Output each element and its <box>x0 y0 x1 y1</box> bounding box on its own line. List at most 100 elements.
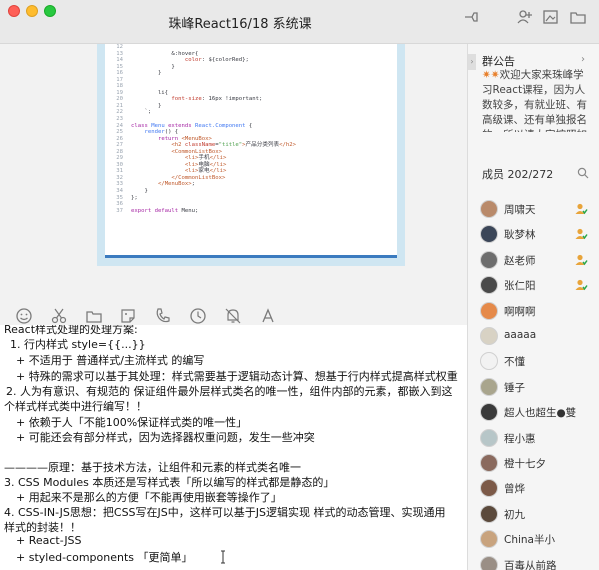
history-clock-icon[interactable] <box>189 307 207 325</box>
member-item[interactable]: 耿梦林 <box>478 223 598 245</box>
member-avatar[interactable] <box>480 327 498 345</box>
member-avatar[interactable] <box>480 479 498 498</box>
input-text-line: ————原理：基于技术方法，让组件和元素的样式类名唯一 <box>4 461 301 474</box>
input-text-line: 样式的封装！！ <box>4 521 81 534</box>
member-item[interactable]: 初九 <box>478 503 598 525</box>
code-token: <MenuBox> <box>181 135 212 142</box>
member-item[interactable]: 程小惠 <box>478 427 598 449</box>
code-token: <li> <box>184 155 199 162</box>
code-token: : ${colorRed}; <box>201 57 249 64</box>
member-name: 程小惠 <box>504 432 536 445</box>
code-token: { <box>245 122 253 129</box>
member-item[interactable]: 张仁阳 <box>478 274 598 296</box>
code-screenshot-message[interactable]: 12 13 &:hover{14 color: ${colorRed}; 15 }… <box>97 44 405 266</box>
sticker-icon[interactable] <box>119 307 137 325</box>
window-title: 珠峰React16/18 系统课 <box>168 17 312 32</box>
member-item[interactable]: 橙十七夕 <box>478 452 598 474</box>
member-avatar[interactable] <box>480 301 498 320</box>
code-token: "title" <box>218 142 243 149</box>
text-cursor-icon <box>221 550 225 564</box>
code-token: () { <box>164 129 179 136</box>
member-item[interactable]: 超人也超生●雙 <box>478 401 598 423</box>
member-avatar[interactable] <box>480 200 498 218</box>
file-folder-icon[interactable] <box>85 307 103 325</box>
notification-off-icon[interactable] <box>224 307 242 325</box>
input-text-line: + 特殊的需求可以基于其处理：样式需要基于逻辑动态计算、想基于行内样式提高样式权… <box>16 370 458 383</box>
member-avatar[interactable] <box>480 276 498 295</box>
member-name: 初九 <box>504 508 525 521</box>
member-avatar[interactable] <box>480 225 498 244</box>
input-text-line: 个样式样式类中进行编写！！ <box>4 400 147 413</box>
code-token: </MenuBox> <box>157 181 192 188</box>
code-token: </li> <box>209 155 227 162</box>
group-announcement-title: 群公告 <box>482 55 515 68</box>
text-format-icon[interactable] <box>259 307 277 325</box>
code-token: className <box>184 142 216 149</box>
member-item[interactable]: 锤子 <box>478 376 598 398</box>
member-name: 超人也超生●雙 <box>504 407 577 420</box>
member-avatar[interactable] <box>480 377 498 396</box>
group-sidebar: › 群公告 › ✷✷欢迎大家来珠峰学习React课程，因为人数较多，有就业班、有… <box>467 44 599 570</box>
member-item[interactable]: China半小 <box>478 528 598 550</box>
code-token: class <box>131 122 152 129</box>
member-item[interactable]: 赵老师 <box>478 249 598 271</box>
member-avatar[interactable] <box>480 428 498 447</box>
code-token: React.Component <box>195 122 246 129</box>
admin-badge-icon <box>575 203 588 215</box>
member-avatar[interactable] <box>480 250 498 269</box>
admin-badge-icon <box>575 254 588 266</box>
code-token: } <box>131 70 162 77</box>
member-avatar[interactable] <box>480 403 498 422</box>
group-announcement-text[interactable]: ✷✷欢迎大家来珠峰学习React课程，因为人数较多，有就业班、有高级课、还有单独… <box>482 68 594 132</box>
album-icon[interactable] <box>542 8 560 26</box>
member-count-header: 成员 202/272 <box>482 168 554 181</box>
member-avatar[interactable] <box>480 454 498 472</box>
code-token: <li> <box>184 161 199 168</box>
member-avatar[interactable] <box>480 530 498 549</box>
sparkle-icon: ✷✷ <box>482 69 500 81</box>
member-avatar[interactable] <box>480 504 498 523</box>
code-token: li{ <box>131 89 169 96</box>
member-name: 橙十七夕 <box>504 458 546 470</box>
add-member-icon[interactable] <box>516 8 534 26</box>
code-token: <CommonListBox> <box>171 148 222 155</box>
folder-icon[interactable] <box>569 8 587 26</box>
code-token: </li> <box>209 168 227 175</box>
member-search-icon[interactable] <box>577 167 589 179</box>
code-token: } <box>131 188 148 195</box>
member-item[interactable]: aaaaa <box>478 325 598 347</box>
member-item[interactable]: 周啸天 <box>478 198 598 220</box>
code-editor-image: 12 13 &:hover{14 color: ${colorRed}; 15 }… <box>105 44 397 256</box>
member-item[interactable]: 啊啊啊 <box>478 300 598 322</box>
member-name: China半小 <box>504 534 555 547</box>
emoji-icon[interactable] <box>15 307 33 325</box>
message-input-area[interactable]: React样式处理的处理方案: 1. 行内样式 style={{...}} + 不适… <box>0 325 467 570</box>
code-token: </h2> <box>279 142 296 149</box>
code-token: ; <box>191 181 196 188</box>
announcement-expand-chevron-icon[interactable]: › <box>581 54 585 65</box>
member-item[interactable]: 不懂 <box>478 350 598 372</box>
member-name: 曾烨 <box>504 483 525 496</box>
scissors-icon[interactable] <box>50 307 68 325</box>
member-avatar[interactable] <box>480 352 498 371</box>
sidebar-collapse-handle[interactable]: › <box>468 54 476 70</box>
chat-message-area[interactable]: 12 13 &:hover{14 color: ${colorRed}; 15 }… <box>0 44 467 300</box>
member-item[interactable]: 曾烨 <box>478 477 598 499</box>
member-name: aaaaa <box>504 329 537 341</box>
admin-badge-icon <box>575 280 588 291</box>
code-line-number: 37 <box>116 207 123 214</box>
member-avatar[interactable] <box>480 555 498 570</box>
code-token: </CommonListBox> <box>171 174 226 181</box>
pin-icon[interactable] <box>462 8 480 26</box>
phone-icon[interactable] <box>154 307 172 325</box>
code-token: <h2 <box>171 142 185 149</box>
member-item[interactable]: 百毒从前路 <box>478 554 598 570</box>
code-screenshot-bottom-bar <box>105 255 397 258</box>
code-token: font-size <box>171 96 202 103</box>
